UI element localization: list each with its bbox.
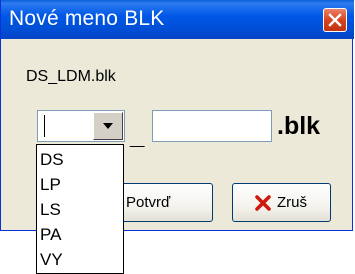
close-button[interactable]: [323, 8, 347, 32]
window-title: Nové meno BLK: [9, 7, 165, 30]
current-file-label: DS_LDM.blk: [26, 68, 116, 85]
cancel-button[interactable]: Zruš: [232, 183, 331, 222]
prefix-combo[interactable]: [37, 110, 125, 142]
dropdown-option-ds[interactable]: DS: [40, 147, 64, 172]
prefix-dropdown-list: DS LP LS PA VY: [36, 144, 124, 274]
close-icon: [328, 13, 342, 27]
extension-label: .blk: [277, 112, 321, 140]
dropdown-option-ls[interactable]: LS: [40, 197, 61, 222]
cancel-button-label: Zruš: [277, 194, 307, 211]
dropdown-option-vy[interactable]: VY: [40, 247, 63, 272]
name-input[interactable]: [152, 110, 272, 142]
red-x-icon: [255, 195, 271, 211]
dropdown-option-lp[interactable]: LP: [40, 172, 61, 197]
text-caret: [44, 115, 45, 137]
confirm-button[interactable]: Potvrď: [111, 183, 213, 222]
confirm-button-label: Potvrď: [126, 194, 171, 211]
name-separator: _: [130, 120, 145, 150]
chevron-down-icon: [103, 123, 113, 129]
dropdown-option-pa[interactable]: PA: [40, 222, 61, 247]
combo-dropdown-button[interactable]: [93, 112, 123, 140]
title-bar[interactable]: Nové meno BLK: [1, 0, 354, 39]
